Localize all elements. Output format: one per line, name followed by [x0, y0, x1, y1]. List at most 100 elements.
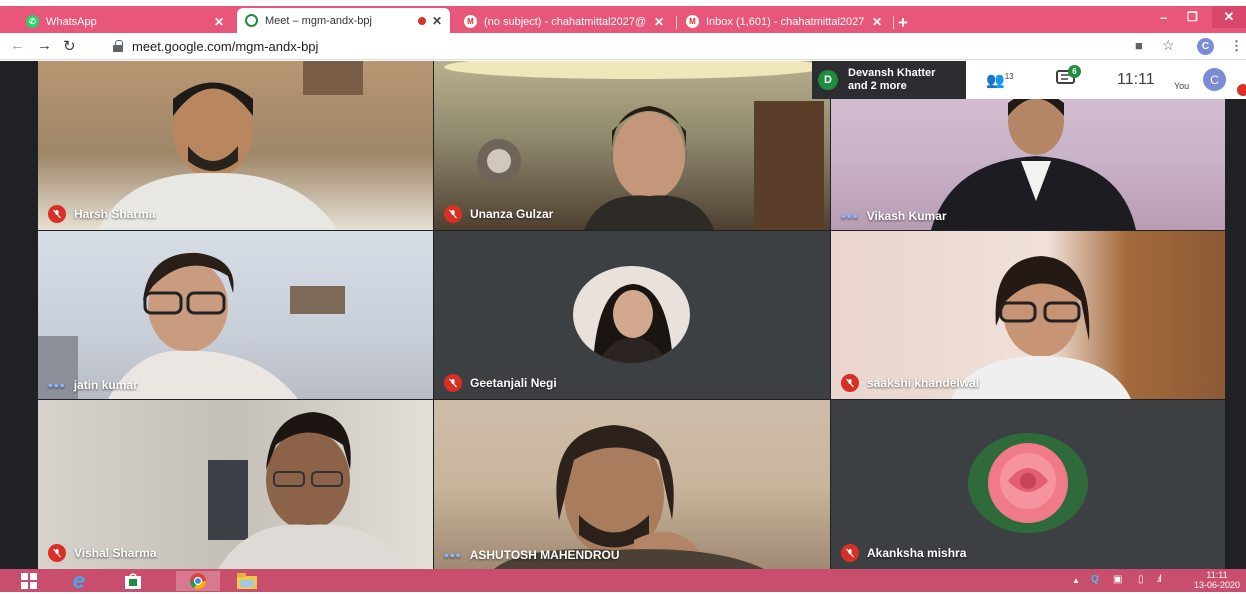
new-tab-button[interactable]: +: [898, 14, 908, 31]
whatsapp-icon: ✆: [26, 15, 39, 28]
participant-name-label: Harsh Sharma: [74, 207, 156, 221]
participants-button[interactable]: 👥13: [986, 71, 1014, 89]
windows-taskbar: e ▲ Q ▣ ▯ .ıl 11:11 13-06-2020: [0, 568, 1246, 593]
participant-name-label: saakshi khandelwal: [867, 376, 980, 390]
url-bar[interactable]: meet.google.com/mgm-andx-bpj: [132, 39, 318, 54]
participant-name: ••• jatin kumar: [48, 378, 138, 392]
meeting-grid: Harsh Sharma Unanza Gulzar ••• Vikash Ku…: [0, 61, 1246, 569]
participant-tile[interactable]: Geetanjali Negi: [434, 231, 830, 399]
participant-name-label: Vishal Sharma: [74, 546, 157, 560]
participant-name-label: Akanksha mishra: [867, 546, 967, 560]
tab-separator: [893, 16, 894, 29]
speaking-indicator-icon: •••: [48, 377, 66, 393]
browser-tab-strip: ✆ WhatsApp ✕ Meet – mgm-andx-bpj ✕ M (no…: [0, 6, 1246, 33]
participant-tile[interactable]: ••• jatin kumar: [38, 231, 433, 399]
participant-name-label: Vikash Kumar: [866, 209, 947, 223]
tray-app-icon[interactable]: Q: [1091, 574, 1099, 585]
tab-separator: [676, 16, 677, 29]
windows-start-icon[interactable]: [18, 571, 40, 591]
tray-expand-icon[interactable]: ▲: [1072, 576, 1080, 585]
participant-name: Harsh Sharma: [48, 205, 155, 223]
owner-text: Devansh Khatter and 2 more: [848, 67, 935, 93]
forward-icon[interactable]: →: [37, 37, 52, 54]
participant-name: ••• Vikash Kumar: [841, 209, 947, 223]
speaking-indicator-icon: •••: [444, 547, 462, 563]
mic-off-icon: [841, 544, 859, 562]
browser-menu-icon[interactable]: ⋮: [1230, 38, 1243, 54]
internet-explorer-icon[interactable]: e: [66, 568, 92, 593]
participant-name-label: Unanza Gulzar: [470, 207, 554, 221]
participant-video: [38, 252, 345, 399]
participant-name-label: jatin kumar: [73, 378, 138, 392]
participant-tile[interactable]: Vishal Sharma: [38, 400, 433, 569]
action-center-icon[interactable]: ▣: [1113, 574, 1122, 585]
participant-video: [494, 425, 764, 569]
tab-title: WhatsApp: [46, 15, 97, 28]
participant-name: Vishal Sharma: [48, 544, 157, 562]
camera-indicator-icon[interactable]: ■: [1135, 38, 1143, 53]
participant-tile[interactable]: Akanksha mishra: [831, 400, 1225, 569]
close-tab-icon[interactable]: ✕: [214, 15, 224, 29]
mic-off-icon: [48, 544, 66, 562]
close-tab-icon[interactable]: ✕: [872, 15, 882, 29]
presentation-owner[interactable]: D Devansh Khatter and 2 more: [812, 61, 966, 99]
battery-icon[interactable]: ▯: [1138, 574, 1144, 585]
participant-name: Geetanjali Negi: [444, 374, 557, 392]
people-icon: 👥: [986, 72, 1005, 89]
participant-tile[interactable]: Unanza Gulzar: [434, 61, 830, 230]
system-date: 13-06-2020: [1194, 580, 1241, 590]
meeting-top-bar: D Devansh Khatter and 2 more 👥13 6 11:11…: [812, 61, 1246, 99]
participant-avatar: [573, 266, 690, 363]
chat-count-badge: 6: [1068, 65, 1081, 78]
gmail-icon: M: [686, 15, 699, 28]
recording-indicator-icon: [417, 16, 426, 25]
tab-title: Inbox (1,601) - chahatmittal2027: [706, 15, 865, 28]
participant-name: Akanksha mishra: [841, 544, 966, 562]
participant-count: 13: [1004, 72, 1014, 81]
close-tab-icon[interactable]: ✕: [432, 14, 442, 28]
participant-name: ••• ASHUTOSH MAHENDROU: [444, 548, 620, 562]
system-clock[interactable]: 11:11 13-06-2020: [1194, 570, 1240, 590]
participant-name: saakshi khandelwal: [841, 374, 979, 392]
profile-avatar[interactable]: C: [1197, 38, 1214, 55]
mic-off-icon: [48, 205, 66, 223]
tab-gmail-no-subject[interactable]: M (no subject) - chahatmittal2027@ ✕: [456, 10, 672, 33]
reload-icon[interactable]: ↻: [63, 37, 76, 55]
browser-toolbar: ← → ↻ meet.google.com/mgm-andx-bpj ■ ☆ C…: [0, 33, 1246, 60]
owner-avatar: D: [818, 70, 838, 90]
self-mic-off-icon: [1237, 84, 1246, 96]
network-icon[interactable]: .ıl: [1156, 574, 1162, 585]
close-window-icon[interactable]: ✕: [1212, 6, 1246, 28]
meeting-clock: 11:11: [1117, 71, 1155, 88]
file-explorer-icon[interactable]: [234, 571, 260, 591]
minimize-icon[interactable]: –: [1160, 10, 1167, 25]
self-avatar[interactable]: C: [1203, 68, 1226, 91]
self-label: You: [1174, 81, 1190, 91]
speaking-indicator-icon: •••: [841, 208, 859, 224]
participant-tile[interactable]: saakshi khandelwal: [831, 231, 1225, 399]
back-icon[interactable]: ←: [10, 37, 25, 54]
meet-icon: [245, 14, 258, 27]
mic-off-icon: [444, 374, 462, 392]
close-tab-icon[interactable]: ✕: [654, 15, 664, 29]
owner-more: and 2 more: [848, 80, 907, 92]
restore-icon[interactable]: ❐: [1187, 10, 1198, 24]
mic-off-icon: [444, 205, 462, 223]
participant-tile[interactable]: Harsh Sharma: [38, 61, 433, 230]
tab-title: (no subject) - chahatmittal2027@: [484, 15, 647, 28]
tab-whatsapp[interactable]: ✆ WhatsApp ✕: [18, 10, 232, 33]
store-icon[interactable]: [120, 571, 146, 591]
system-time: 11:11: [1206, 570, 1228, 580]
mic-off-icon: [841, 374, 859, 392]
chrome-taskbar-icon[interactable]: [176, 571, 220, 591]
tab-gmail-inbox[interactable]: M Inbox (1,601) - chahatmittal2027 ✕: [678, 10, 890, 33]
participant-name-label: Geetanjali Negi: [470, 376, 557, 390]
lock-icon: [113, 40, 123, 52]
bookmark-star-icon[interactable]: ☆: [1162, 37, 1175, 54]
participant-name: Unanza Gulzar: [444, 205, 553, 223]
participant-avatar: [968, 433, 1088, 533]
owner-name: Devansh Khatter: [848, 67, 936, 79]
tab-meet[interactable]: Meet – mgm-andx-bpj ✕: [237, 8, 450, 33]
participant-tile[interactable]: ••• ASHUTOSH MAHENDROU: [434, 400, 830, 569]
participant-name-label: ASHUTOSH MAHENDROU: [469, 548, 620, 562]
